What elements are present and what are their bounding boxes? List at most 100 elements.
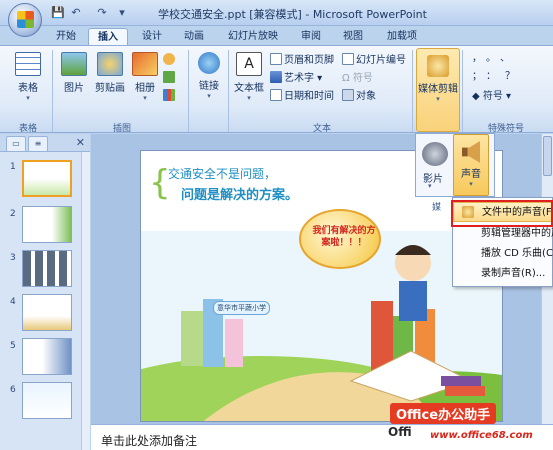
object-button[interactable]: 对象 xyxy=(342,88,376,105)
group-divider xyxy=(462,50,463,132)
chevron-down-icon[interactable]: ▾ xyxy=(428,182,432,190)
chevron-down-icon: ▾ xyxy=(469,180,473,188)
speech-bubble-text: 我们有解决的方案啦！！！ xyxy=(312,226,376,248)
slide-thumbnail[interactable] xyxy=(22,294,72,331)
film-reel-icon[interactable] xyxy=(422,142,448,166)
menu-item-label: 播放 CD 乐曲(C)... xyxy=(481,248,553,259)
slide-number-button[interactable]: 幻灯片编号 xyxy=(342,52,406,69)
tab-view[interactable]: 视图 xyxy=(336,28,370,46)
tab-animation[interactable]: 动画 xyxy=(176,28,212,46)
globe-link-icon xyxy=(198,52,220,74)
comma-glyph[interactable]: ， xyxy=(472,53,486,64)
special-symbol-row-1[interactable]: ，。、 xyxy=(472,50,540,67)
slides-pane-scrollbar[interactable] xyxy=(81,152,90,450)
group-divider xyxy=(188,50,189,132)
smartart-icon[interactable] xyxy=(163,70,177,87)
photo-album-button[interactable]: 相册 ▾ xyxy=(130,50,160,116)
slide-title-line-2[interactable]: 问题是解决的方案。 xyxy=(181,184,298,203)
wordart-icon xyxy=(270,71,282,83)
chevron-down-icon: ▾ xyxy=(26,94,30,102)
undo-icon[interactable]: ↶ xyxy=(68,5,84,21)
group-label-text: 文本 xyxy=(312,124,331,134)
picture-button-label: 图片 xyxy=(64,83,84,94)
textbox-icon: A xyxy=(236,52,262,76)
picture-icon xyxy=(61,52,87,76)
group-divider xyxy=(52,50,53,132)
slide-thumbnail[interactable] xyxy=(22,338,72,375)
special-symbol-button[interactable]: ◆ 符号 ▾ xyxy=(472,88,511,105)
symbol-button[interactable]: Ω 符号 xyxy=(342,70,373,87)
header-footer-label: 页眉和页脚 xyxy=(284,55,334,66)
slide-thumbnail[interactable] xyxy=(22,382,72,419)
header-footer-button[interactable]: 页眉和页脚 xyxy=(270,52,334,69)
close-icon[interactable]: ✕ xyxy=(76,136,85,149)
redo-icon[interactable]: ↷ xyxy=(94,5,110,21)
tab-addins[interactable]: 加载项 xyxy=(378,28,426,46)
ribbon-tabs: 开始 插入 设计 动画 幻灯片放映 审阅 视图 加载项 xyxy=(0,26,553,46)
clipart-button[interactable]: 剪贴画 xyxy=(92,50,128,116)
customize-qat-icon[interactable]: ▾ xyxy=(114,5,130,21)
table-icon xyxy=(15,52,41,76)
picture-button[interactable]: 图片 xyxy=(58,50,90,116)
chart-icon[interactable] xyxy=(163,88,177,105)
menu-item-sound-from-clip-organizer[interactable]: 剪辑管理器中的声音(S)... xyxy=(453,224,553,244)
slide-number: 6 xyxy=(10,385,16,395)
question-glyph[interactable]: ？ xyxy=(505,71,524,82)
scrollbar-thumb[interactable] xyxy=(543,136,552,176)
media-clip-icon xyxy=(427,55,449,77)
header-footer-icon xyxy=(270,53,282,65)
calendar-icon xyxy=(270,89,282,101)
semicolon-glyph[interactable]: ； xyxy=(472,71,486,82)
tab-design[interactable]: 设计 xyxy=(134,28,170,46)
ribbon: 表格 ▾ 表格 图片 剪贴画 相册 ▾ 插图 链接 ▾ A 文本框 ▾ 页眉和页… xyxy=(0,45,553,134)
slide-thumbnail[interactable] xyxy=(22,250,72,287)
colon-glyph[interactable]: ： xyxy=(486,71,505,82)
media-clips-button[interactable]: 媒体剪辑 ▾ xyxy=(416,48,460,132)
speaker-icon xyxy=(462,141,480,163)
tab-slideshow[interactable]: 幻灯片放映 xyxy=(220,28,286,46)
speech-bubble: 我们有解决的方案啦！！！ xyxy=(299,209,381,269)
office-button[interactable] xyxy=(8,3,42,37)
tab-insert[interactable]: 插入 xyxy=(88,28,128,46)
special-symbol-row-2[interactable]: ；：？ xyxy=(472,68,540,85)
annotation-highlight-box xyxy=(451,200,553,227)
date-time-button[interactable]: 日期和时间 xyxy=(270,88,334,105)
slide-title-line-1[interactable]: 交通安全不是问题， xyxy=(168,165,276,182)
slides-pane: ▭ ≡ ✕ 1 2 3 4 5 6 xyxy=(0,134,90,450)
slide-thumbnail[interactable] xyxy=(22,160,72,197)
group-label-illustrations: 插图 xyxy=(112,124,131,134)
slide-number: 4 xyxy=(10,297,16,307)
outline-tab-icon[interactable]: ≡ xyxy=(28,136,48,151)
table-button[interactable]: 表格 ▾ xyxy=(10,50,46,116)
group-label-table: 表格 xyxy=(18,124,37,134)
enumeration-comma-glyph[interactable]: 、 xyxy=(500,53,519,64)
omega-icon: ◆ xyxy=(472,91,483,102)
omega-icon: Ω xyxy=(342,73,353,84)
slide-number: 3 xyxy=(10,253,16,263)
menu-item-label: 剪辑管理器中的声音(S)... xyxy=(481,228,553,239)
save-icon[interactable]: 💾 xyxy=(50,5,66,21)
object-icon xyxy=(342,89,354,101)
links-button[interactable]: 链接 ▾ xyxy=(193,50,225,116)
shapes-icon[interactable] xyxy=(163,52,177,69)
menu-item-record-sound[interactable]: 录制声音(R)... xyxy=(453,264,553,284)
textbox-button[interactable]: A 文本框 ▾ xyxy=(232,50,266,116)
slide-thumbnail[interactable] xyxy=(22,206,72,243)
chevron-down-icon: ▾ xyxy=(436,95,440,103)
watermark-text: Offi xyxy=(388,425,412,439)
slide-number: 1 xyxy=(10,162,16,172)
movie-button-label[interactable]: 影片 xyxy=(423,170,443,185)
period-glyph[interactable]: 。 xyxy=(486,53,500,64)
photo-album-icon xyxy=(132,52,158,76)
school-sign: 意华市平蔬小学 xyxy=(213,301,270,315)
slides-tab-icon[interactable]: ▭ xyxy=(6,136,26,151)
tab-review[interactable]: 审阅 xyxy=(294,28,328,46)
slide-number: 5 xyxy=(10,341,16,351)
tab-home[interactable]: 开始 xyxy=(48,28,84,46)
watermark-badge: Office办公助手 xyxy=(390,403,497,424)
pane-tabs: ▭ ≡ ✕ xyxy=(0,134,90,152)
wordart-button[interactable]: 艺术字 ▾ xyxy=(270,70,322,87)
menu-item-play-cd-track[interactable]: 播放 CD 乐曲(C)... xyxy=(453,244,553,264)
sound-button[interactable]: 声音 ▾ xyxy=(453,134,489,196)
watermark-url: www.office68.com xyxy=(430,430,533,441)
